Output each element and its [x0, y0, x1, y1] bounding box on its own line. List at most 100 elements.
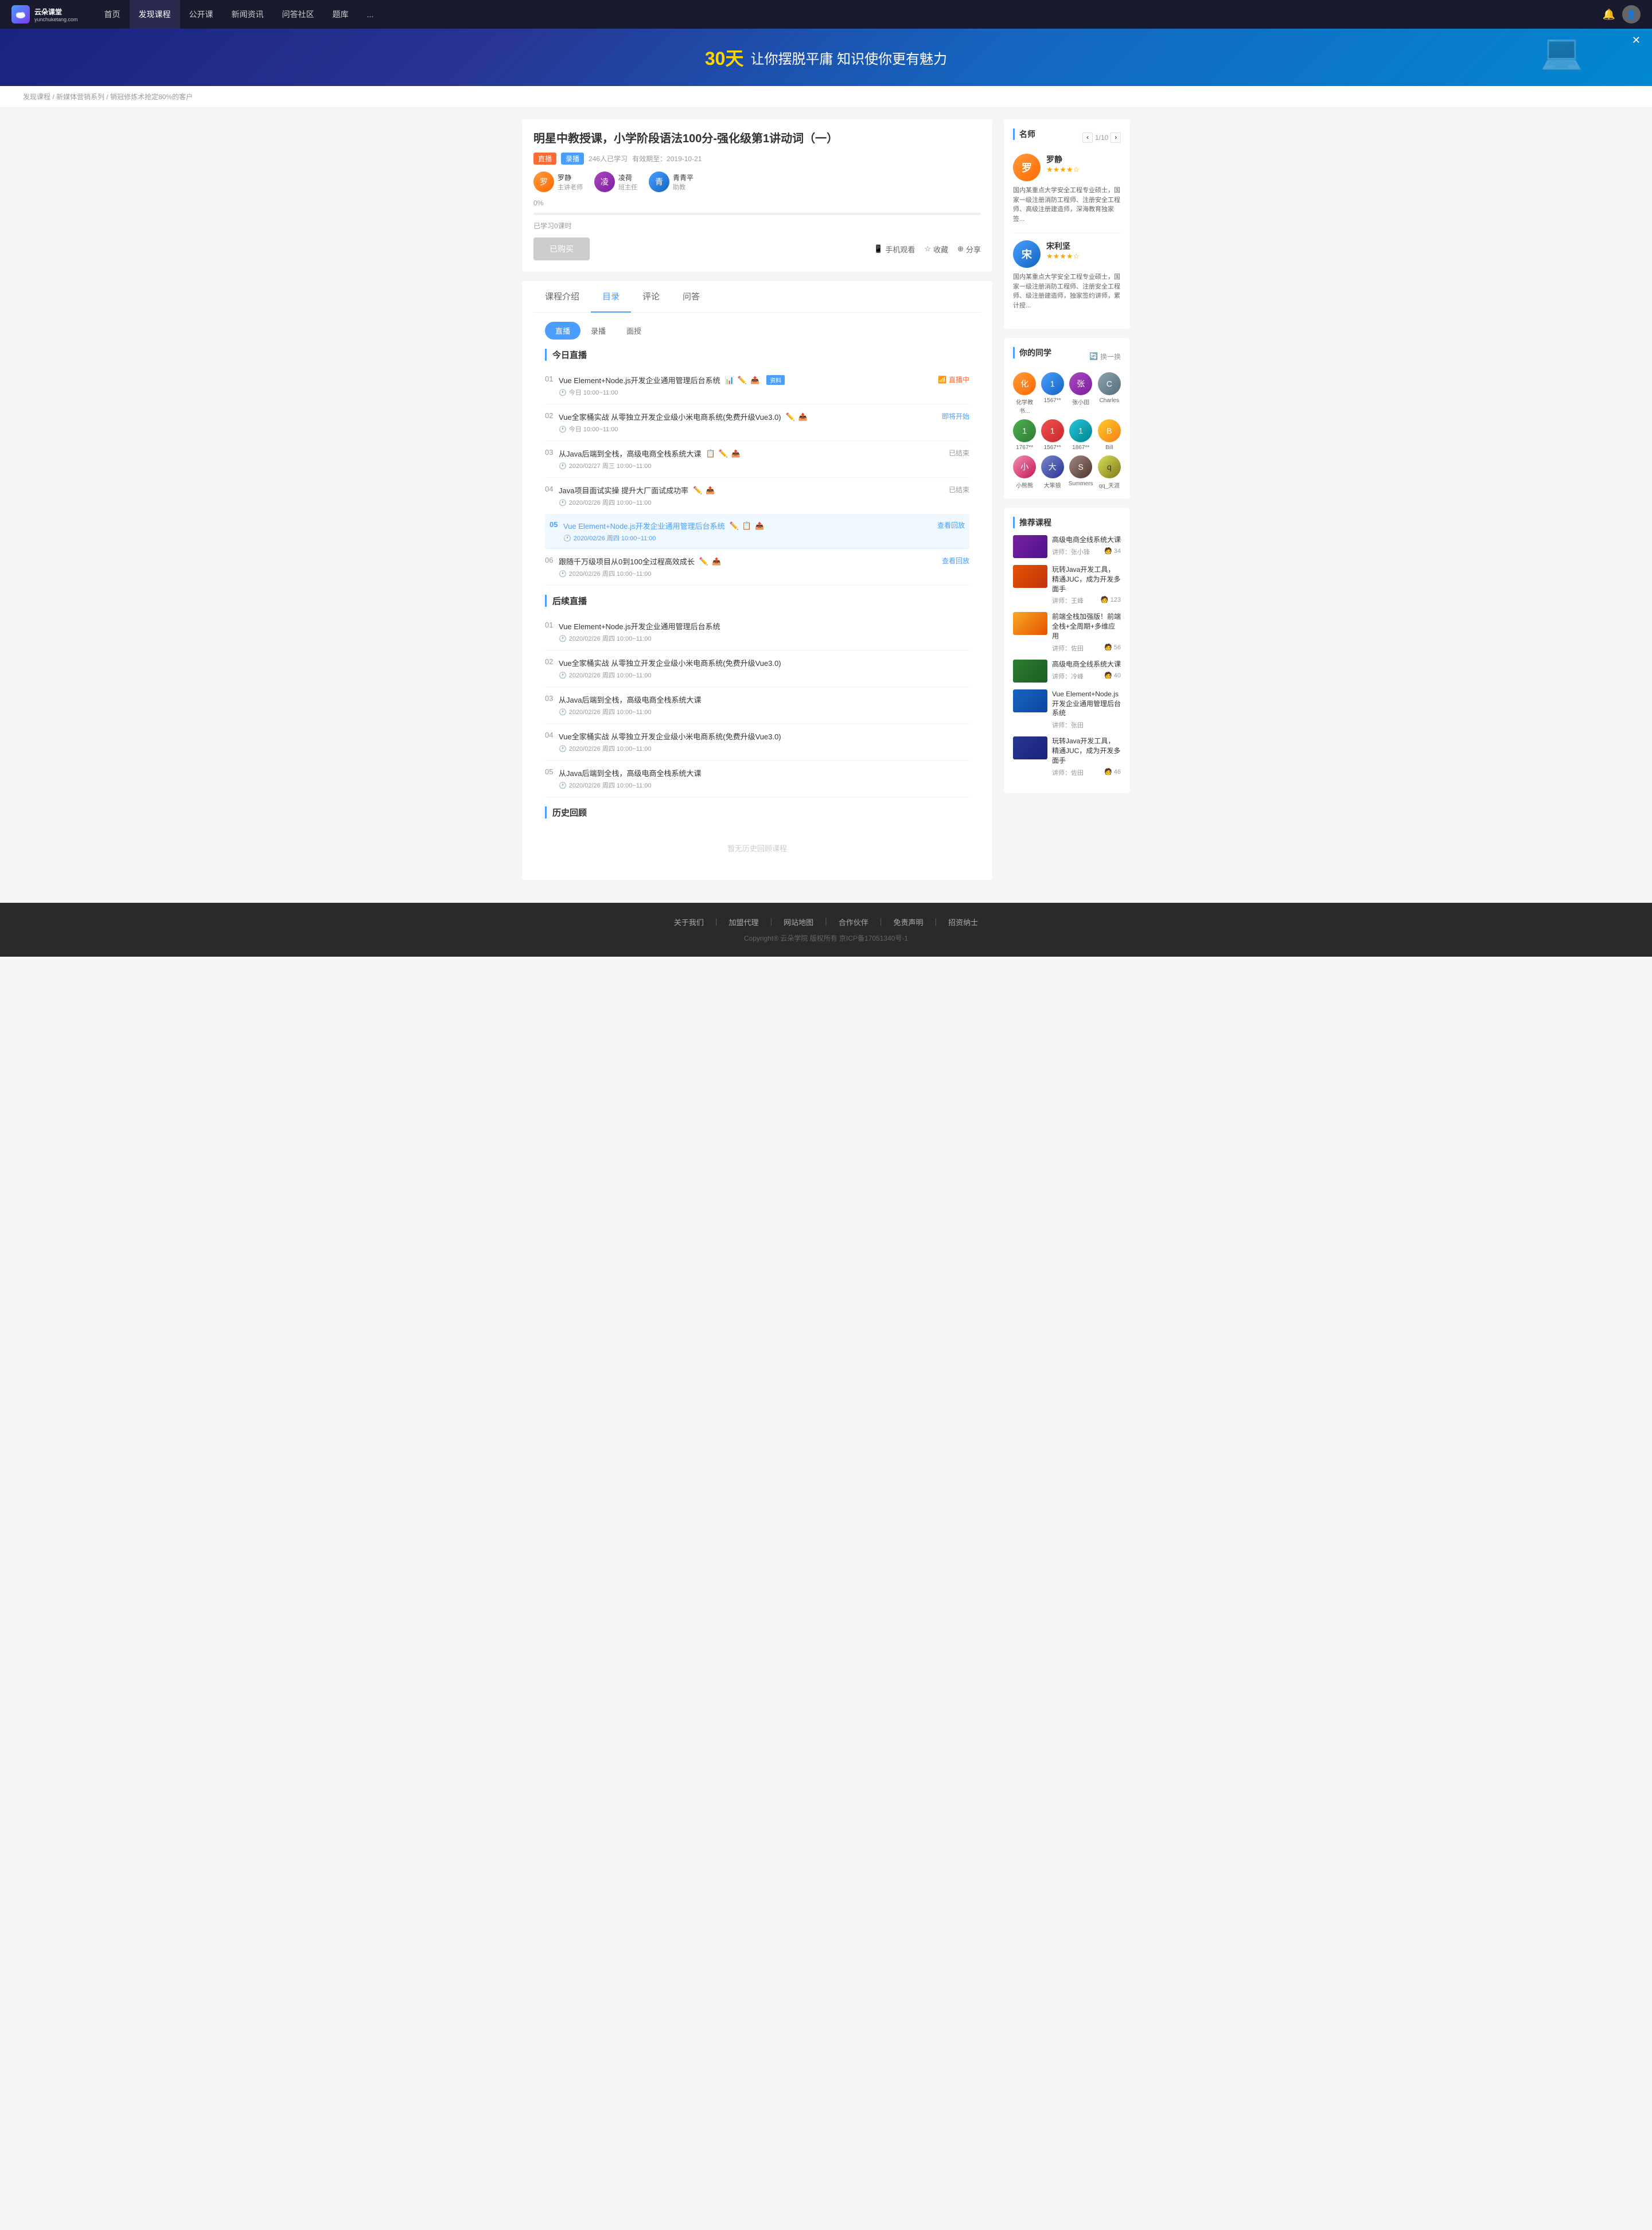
- footer-link-partner[interactable]: 合作伙伴: [839, 917, 868, 927]
- edit-icon[interactable]: ✏️: [699, 557, 708, 566]
- lesson-status-replay[interactable]: 查看回放: [937, 520, 965, 530]
- rec-title[interactable]: 玩转Java开发工具，精通JUC，成为开发多面手: [1052, 565, 1121, 594]
- nav-news[interactable]: 新闻资讯: [223, 0, 273, 29]
- footer-link-sitemap[interactable]: 网站地图: [784, 917, 813, 927]
- classmate-avatar[interactable]: C: [1098, 372, 1121, 395]
- classmate-name: 1567**: [1044, 397, 1061, 404]
- rec-course-item: 高级电商全线系统大课 讲师：张小锋 🧑 34: [1013, 535, 1121, 558]
- tab-catalog[interactable]: 目录: [591, 281, 631, 313]
- edit-icon[interactable]: ✏️: [786, 412, 795, 422]
- upload-icon[interactable]: 📤: [798, 412, 808, 422]
- mobile-watch-link[interactable]: 📱 手机观看: [874, 244, 915, 255]
- lesson-name-highlight[interactable]: Vue Element+Node.js开发企业通用管理后台系统: [563, 520, 725, 531]
- breadcrumb-discover[interactable]: 发现课程: [23, 93, 50, 101]
- edit-icon[interactable]: ✏️: [693, 486, 702, 495]
- nav-qa[interactable]: 问答社区: [273, 0, 324, 29]
- edit-icon[interactable]: ✏️: [730, 521, 739, 531]
- lesson-name[interactable]: 从Java后端到全栈，高级电商全栈系统大课: [559, 448, 701, 459]
- next-teacher-button[interactable]: ›: [1111, 132, 1121, 143]
- teacher-name-2[interactable]: 宋利坚: [1046, 240, 1121, 252]
- lesson-name[interactable]: Java项目面试实操 提升大厂面试成功率: [559, 485, 688, 496]
- footer-link-agent[interactable]: 加盟代理: [729, 917, 759, 927]
- lesson-name[interactable]: 从Java后端到全栈，高级电商全栈系统大课: [559, 694, 969, 705]
- classmate-avatar[interactable]: S: [1069, 455, 1092, 478]
- rec-title[interactable]: Vue Element+Node.js开发企业通用管理后台系统: [1052, 689, 1121, 718]
- progress-bar: [533, 213, 981, 215]
- sub-tab-offline[interactable]: 面授: [616, 322, 652, 340]
- teacher-2-name: 凌荷: [618, 173, 637, 182]
- rec-students: 🧑 34: [1104, 547, 1121, 556]
- rec-students: 🧑 123: [1101, 596, 1121, 605]
- upload-icon[interactable]: 📤: [706, 486, 715, 495]
- rec-thumb: [1013, 612, 1047, 635]
- rec-students: 🧑 46: [1104, 768, 1121, 777]
- lesson-name[interactable]: Vue全家桶实战 从零独立开发企业级小米电商系统(免费升级Vue3.0): [559, 731, 969, 742]
- rec-teacher: 讲师：张田: [1052, 720, 1084, 730]
- nav-discover[interactable]: 发现课程: [130, 0, 180, 29]
- rec-title[interactable]: 高级电商全线系统大课: [1052, 660, 1121, 669]
- classmate-avatar[interactable]: 1: [1041, 419, 1064, 442]
- classmate-avatar[interactable]: 1: [1041, 372, 1064, 395]
- footer-link-recruit[interactable]: 招资纳士: [948, 917, 978, 927]
- lesson-name[interactable]: Vue全家桶实战 从零独立开发企业级小米电商系统(免费升级Vue3.0): [559, 411, 781, 422]
- purchased-button: 已购买: [533, 237, 590, 260]
- switch-classmates-button[interactable]: 🔄 换一换: [1089, 352, 1121, 361]
- classmate-item: S Summers: [1069, 455, 1093, 489]
- classmate-avatar[interactable]: 大: [1041, 455, 1064, 478]
- lesson-name[interactable]: Vue Element+Node.js开发企业通用管理后台系统: [559, 375, 720, 385]
- teacher-name-1[interactable]: 罗静: [1046, 154, 1121, 165]
- lesson-name[interactable]: Vue全家桶实战 从零独立开发企业级小米电商系统(免费升级Vue3.0): [559, 657, 969, 668]
- lesson-content: Vue Element+Node.js开发企业通用管理后台系统 🕐2020/02…: [559, 621, 969, 643]
- progress-label: 已学习0课时: [533, 221, 981, 231]
- sub-tab-record[interactable]: 录播: [580, 322, 616, 340]
- sub-tab-live[interactable]: 直播: [545, 322, 580, 340]
- lesson-name[interactable]: 从Java后端到全栈，高级电商全栈系统大课: [559, 767, 969, 778]
- banner-close-button[interactable]: ✕: [1632, 34, 1641, 46]
- rec-title[interactable]: 前端全栈加强版！前端全栈+全周期+多维应用: [1052, 612, 1121, 641]
- lesson-status-replay[interactable]: 查看回放: [942, 556, 969, 566]
- nav-question-bank[interactable]: 题库: [324, 0, 358, 29]
- nav-more[interactable]: ...: [358, 0, 383, 29]
- collect-link[interactable]: ☆ 收藏: [924, 244, 948, 255]
- upload-icon[interactable]: 📤: [731, 449, 741, 458]
- bell-icon[interactable]: 🔔: [1603, 9, 1615, 21]
- upload-icon[interactable]: 📤: [712, 557, 721, 566]
- lesson-icons: 📋 ✏️ 📤: [706, 449, 741, 458]
- classmate-avatar[interactable]: q: [1098, 455, 1121, 478]
- live-bar-icon: 📶: [938, 376, 946, 384]
- classmate-item: 1 1567**: [1041, 419, 1063, 451]
- classmate-avatar[interactable]: 张: [1069, 372, 1092, 395]
- lesson-name[interactable]: 跟随千万级项目从0到100全过程高效成长: [559, 556, 695, 567]
- upload-icon[interactable]: 📤: [755, 521, 764, 531]
- rec-title[interactable]: 高级电商全线系统大课: [1052, 535, 1121, 545]
- clipboard-icon[interactable]: 📋: [706, 449, 715, 458]
- teacher-desc-2: 国内某重点大学安全工程专业硕士，国家一级注册消防工程师、注册安全工程师、级注册建…: [1013, 272, 1121, 310]
- clipboard-icon[interactable]: 📋: [742, 521, 751, 531]
- classmate-avatar[interactable]: B: [1098, 419, 1121, 442]
- rec-meta: 讲师：佐田 🧑 56: [1052, 644, 1121, 653]
- classmate-avatar[interactable]: 小: [1013, 455, 1036, 478]
- tab-qa[interactable]: 问答: [671, 281, 711, 313]
- upload-icon[interactable]: 📤: [750, 376, 759, 385]
- edit-icon[interactable]: ✏️: [719, 449, 728, 458]
- edit-icon[interactable]: ✏️: [738, 376, 747, 385]
- classmate-avatar[interactable]: 化: [1013, 372, 1036, 395]
- breadcrumb-series[interactable]: 新媒体营销系列: [56, 93, 104, 101]
- tab-intro[interactable]: 课程介绍: [533, 281, 591, 313]
- material-badge[interactable]: 资料: [766, 375, 785, 385]
- nav-home[interactable]: 首页: [95, 0, 130, 29]
- lesson-name[interactable]: Vue Element+Node.js开发企业通用管理后台系统: [559, 621, 969, 631]
- footer-link-disclaimer[interactable]: 免责声明: [893, 917, 923, 927]
- footer-link-about[interactable]: 关于我们: [674, 917, 704, 927]
- share-link[interactable]: ⊕ 分享: [957, 244, 981, 255]
- tab-comment[interactable]: 评论: [631, 281, 671, 313]
- rec-title[interactable]: 玩转Java开发工具，精通JUC，成为开发多面手: [1052, 736, 1121, 765]
- user-avatar[interactable]: 👤: [1622, 5, 1641, 24]
- prev-teacher-button[interactable]: ‹: [1082, 132, 1093, 143]
- classmate-avatar[interactable]: 1: [1069, 419, 1092, 442]
- classmates-header: 你的同学 🔄 换一换: [1013, 347, 1121, 365]
- nav-open-course[interactable]: 公开课: [180, 0, 223, 29]
- banner: 30天 让你摆脱平庸 知识使你更有魅力 💻 ✕: [0, 29, 1652, 86]
- classmate-avatar[interactable]: 1: [1013, 419, 1036, 442]
- logo[interactable]: 云朵课堂 yunchuketang.com: [11, 5, 78, 24]
